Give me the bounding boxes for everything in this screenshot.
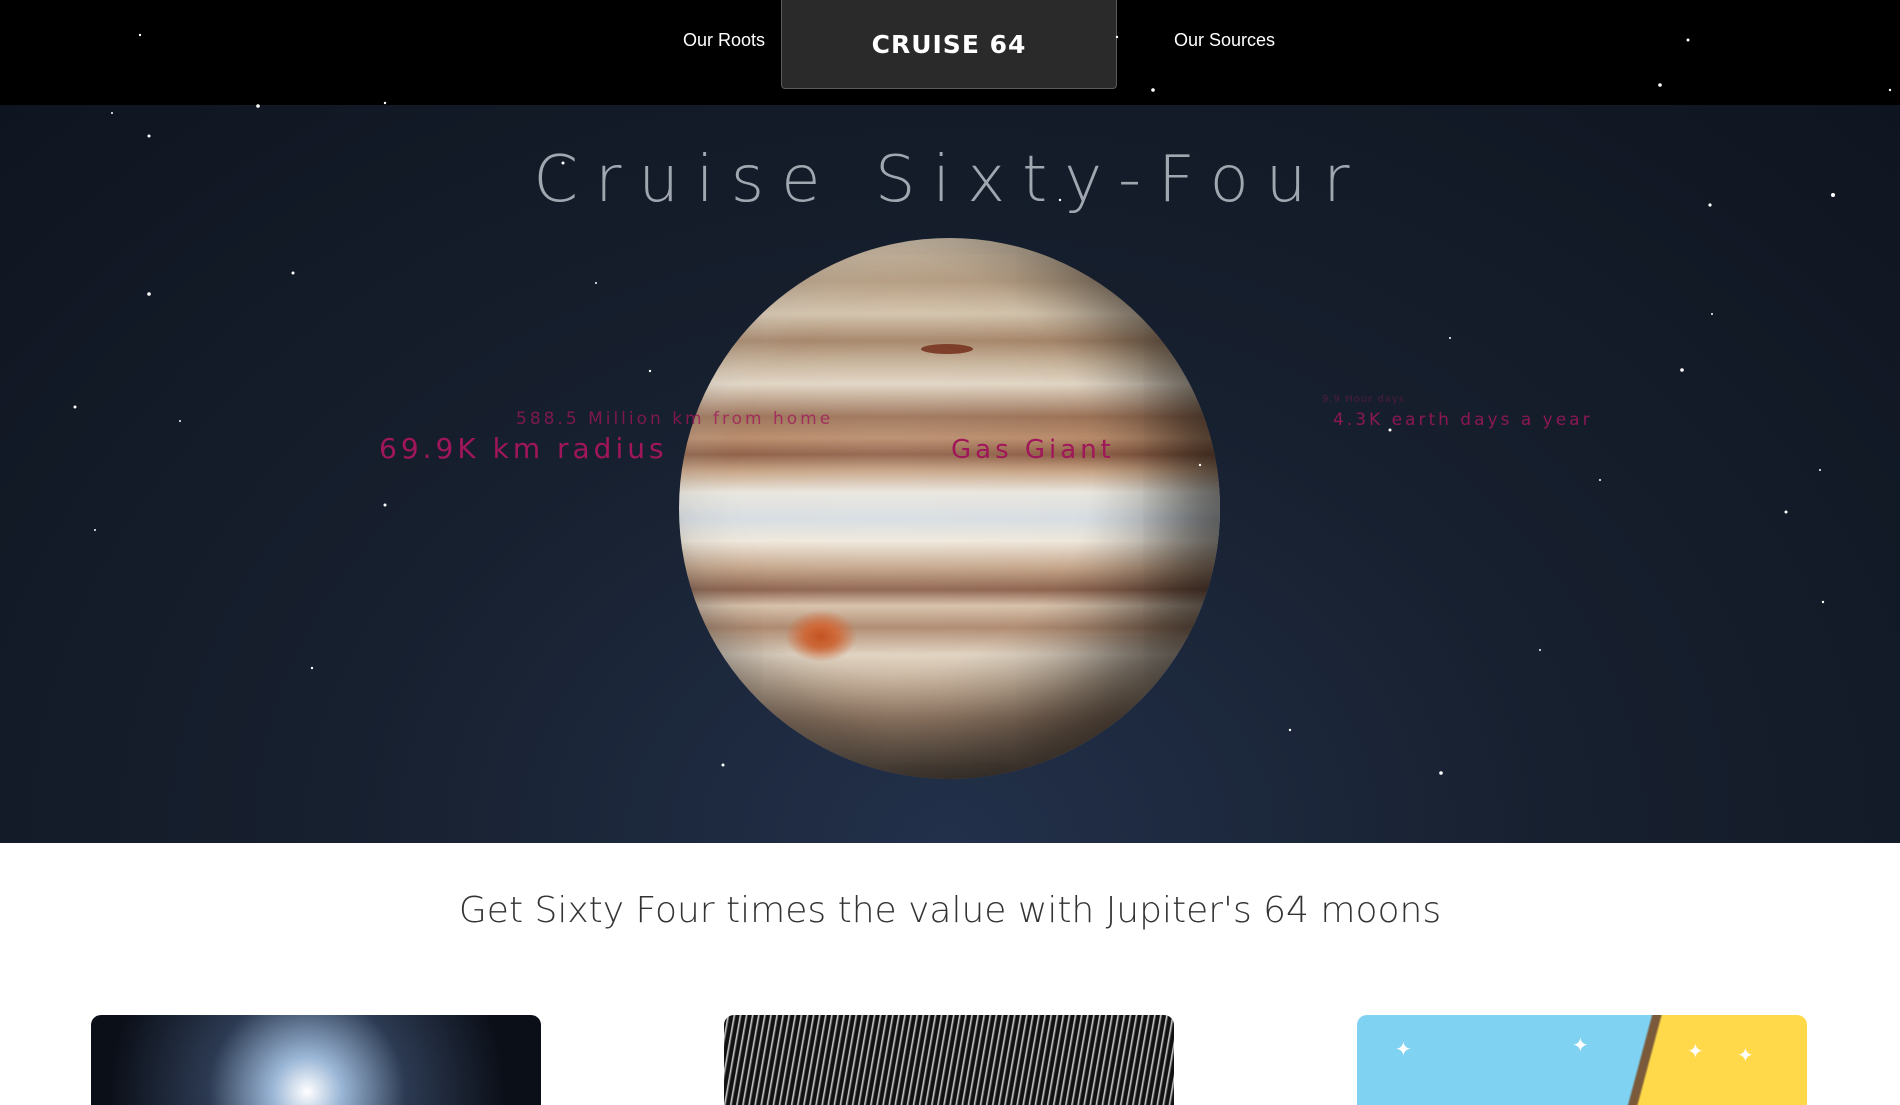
stat-day-length: 9.9 Hour days — [1322, 394, 1405, 405]
stat-distance: 588.5 Million km from home — [516, 409, 834, 429]
card-deals-image[interactable]: ✦ ✦ ✦ ✦ — [1357, 1015, 1807, 1105]
sparkle-icon: ✦ — [1737, 1043, 1754, 1067]
sparkle-icon: ✦ — [1687, 1039, 1704, 1063]
stat-year-length: 4.3K earth days a year — [1333, 410, 1593, 430]
card-hyperspace-image[interactable] — [724, 1015, 1174, 1105]
top-navbar: Our Roots CRUISE 64 Our Sources — [0, 0, 1900, 105]
jupiter-planet-image — [679, 238, 1220, 779]
sparkle-icon: ✦ — [1572, 1033, 1589, 1057]
planet-shading — [679, 238, 1220, 779]
stat-radius: 69.9K km radius — [379, 432, 668, 465]
hero-title: Cruise Sixty-Four — [533, 143, 1367, 217]
brand-logo-button[interactable]: CRUISE 64 — [781, 0, 1117, 89]
tagline-heading: Get Sixty Four times the value with Jupi… — [458, 890, 1442, 931]
card-space-sunrise-image[interactable] — [91, 1015, 541, 1105]
hero-section: Cruise Sixty-Four 9.9 Hour days 588.5 Mi… — [0, 105, 1900, 843]
nav-our-roots-link[interactable]: Our Roots — [683, 30, 765, 51]
stat-planet-type: Gas Giant — [951, 435, 1115, 465]
sparkle-icon: ✦ — [1395, 1037, 1412, 1061]
nav-our-sources-link[interactable]: Our Sources — [1174, 30, 1275, 51]
